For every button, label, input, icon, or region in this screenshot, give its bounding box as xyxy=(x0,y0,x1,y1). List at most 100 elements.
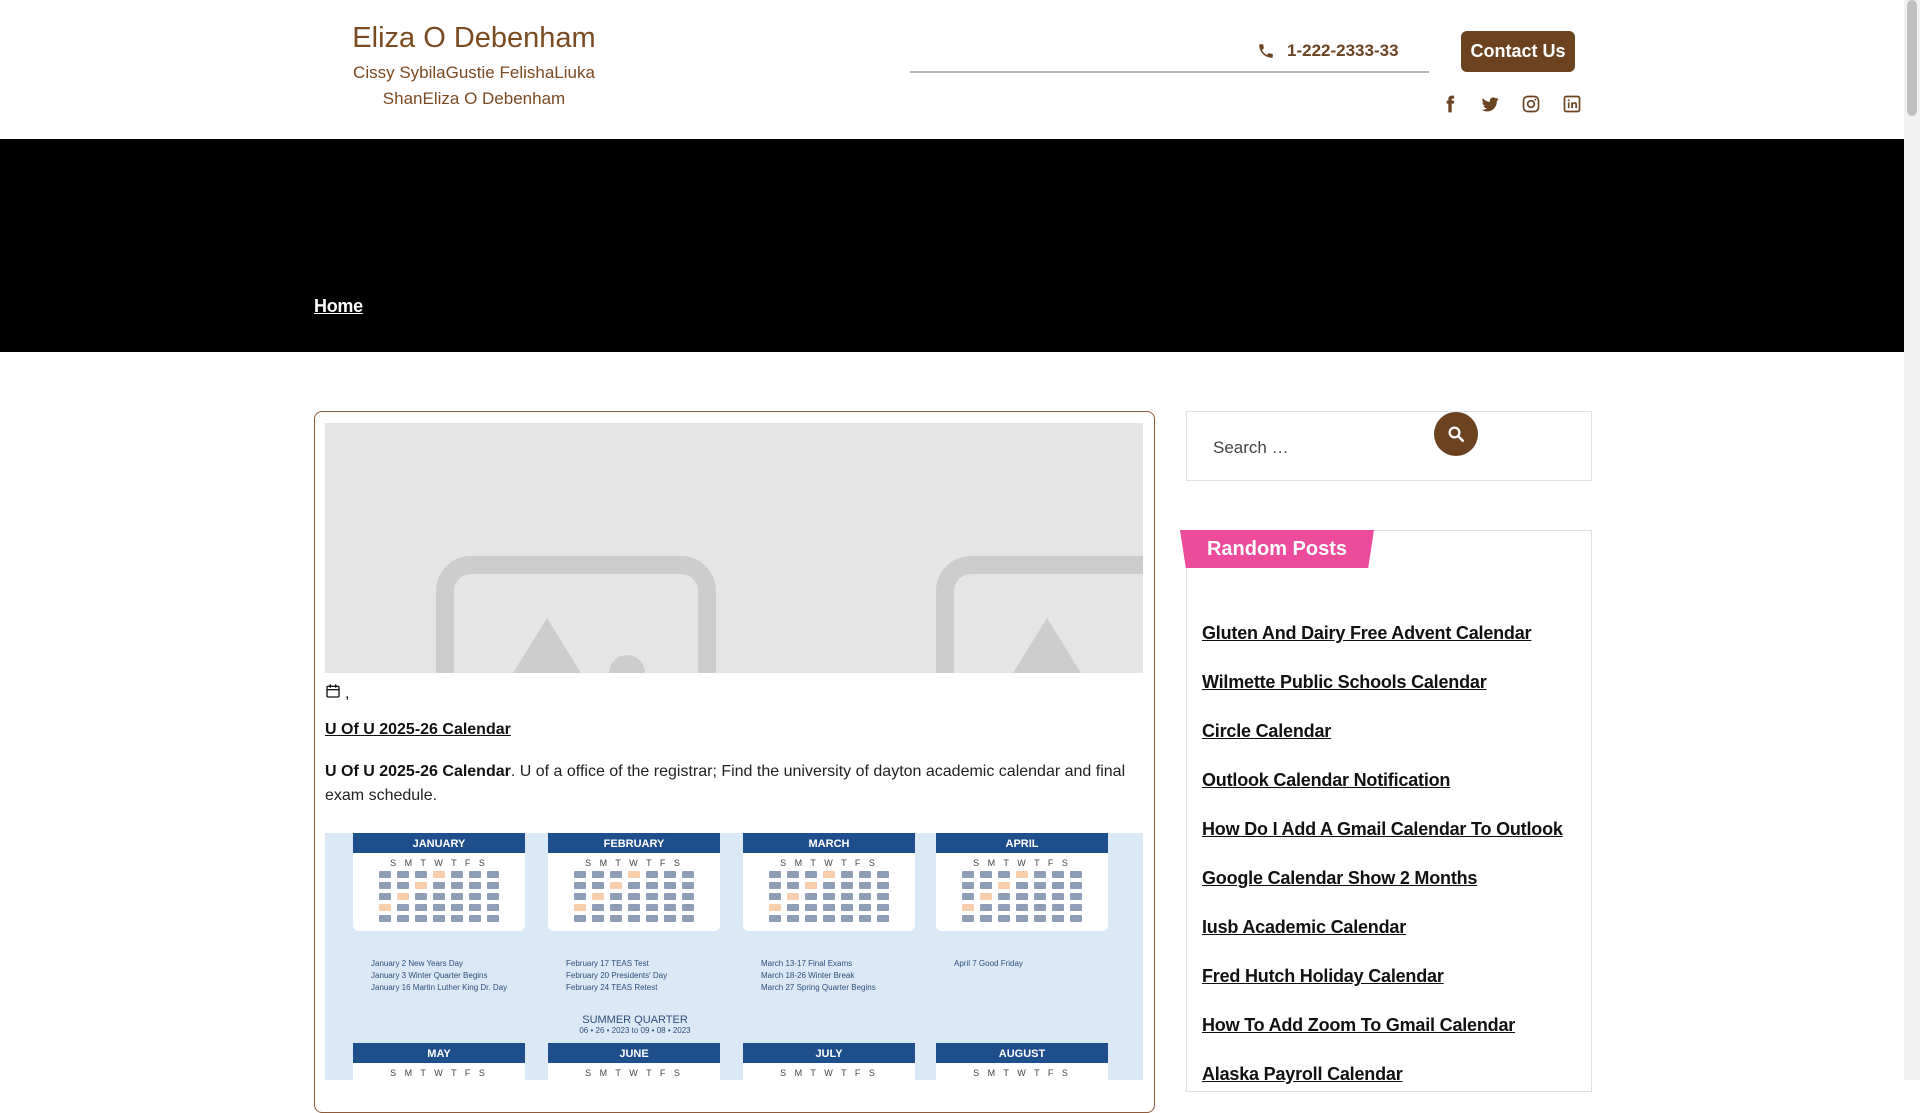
calendar-month-label: MARCH xyxy=(809,838,850,850)
post-excerpt: U Of U 2025-26 Calendar. U of a office o… xyxy=(325,760,1143,808)
random-post-item: Google Calendar Show 2 Months xyxy=(1202,862,1563,911)
post-thumbnail-placeholder[interactable] xyxy=(325,423,1143,673)
calendar-day-cell xyxy=(592,871,604,878)
post-excerpt-bold: U Of U 2025-26 Calendar xyxy=(325,763,511,780)
calendar-day-cell xyxy=(397,882,409,889)
calendar-day-cell xyxy=(664,904,676,911)
calendar-weekdays: S M T W T F S xyxy=(780,1068,878,1078)
random-post-link[interactable]: Iusb Academic Calendar xyxy=(1202,917,1406,937)
calendar-day-cell xyxy=(628,893,640,900)
calendar-day-cell xyxy=(379,882,391,889)
calendar-day-cell xyxy=(859,915,871,922)
calendar-day-cell xyxy=(397,871,409,878)
calendar-day-cell xyxy=(805,915,817,922)
calendar-day-cell xyxy=(592,904,604,911)
search-input[interactable] xyxy=(1211,434,1435,462)
random-post-link[interactable]: How Do I Add A Gmail Calendar To Outlook xyxy=(1202,819,1563,839)
calendar-day-cell xyxy=(1016,882,1028,889)
calendar-day-cell xyxy=(823,915,835,922)
calendar-day-cell xyxy=(682,915,694,922)
calendar-day-cell xyxy=(628,882,640,889)
calendar-day-cell xyxy=(610,915,622,922)
calendar-day-cell xyxy=(415,893,427,900)
post-date-meta: , xyxy=(325,683,349,704)
calendar-day-cell xyxy=(574,893,586,900)
calendar-day-cell xyxy=(397,893,409,900)
calendar-day-cell xyxy=(682,882,694,889)
calendar-note: February 24 TEAS Retest xyxy=(566,983,658,992)
contact-us-button[interactable]: Contact Us xyxy=(1461,31,1575,72)
calendar-day-cell xyxy=(433,915,445,922)
calendar-day-cell xyxy=(1070,871,1082,878)
random-post-link[interactable]: Wilmette Public Schools Calendar xyxy=(1202,672,1487,692)
calendar-day-cell xyxy=(415,882,427,889)
calendar-day-cell xyxy=(1034,882,1046,889)
calendar-day-cell xyxy=(610,904,622,911)
random-post-item: Fred Hutch Holiday Calendar xyxy=(1202,960,1563,1009)
calendar-day-cell xyxy=(1034,893,1046,900)
calendar-day-cell xyxy=(487,871,499,878)
random-post-link[interactable]: Fred Hutch Holiday Calendar xyxy=(1202,966,1444,986)
calendar-day-cell xyxy=(1052,871,1064,878)
site-tagline: Cissy SybilaGustie FelishaLiuka ShanEliz… xyxy=(353,63,595,108)
calendar-weekdays: S M T W T F S xyxy=(973,1068,1071,1078)
calendar-day-cell xyxy=(1070,882,1082,889)
calendar-day-cell xyxy=(628,871,640,878)
calendar-day-cell xyxy=(487,893,499,900)
page-scrollbar-thumb[interactable] xyxy=(1907,0,1917,116)
twitter-icon[interactable] xyxy=(1478,92,1502,116)
summer-quarter-label: SUMMER QUARTER xyxy=(582,1014,688,1026)
calendar-day-cell xyxy=(962,904,974,911)
calendar-day-cell xyxy=(487,882,499,889)
calendar-day-cell xyxy=(397,904,409,911)
calendar-day-cell xyxy=(574,915,586,922)
calendar-day-cell xyxy=(823,893,835,900)
random-post-link[interactable]: Google Calendar Show 2 Months xyxy=(1202,868,1477,888)
random-post-item: Wilmette Public Schools Calendar xyxy=(1202,666,1563,715)
site-title[interactable]: Eliza O Debenham xyxy=(314,18,634,58)
calendar-month-label: AUGUST xyxy=(999,1048,1046,1060)
breadcrumb-home-link[interactable]: Home xyxy=(314,296,363,317)
calendar-day-cell xyxy=(823,871,835,878)
random-post-link[interactable]: Gluten And Dairy Free Advent Calendar xyxy=(1202,623,1532,643)
calendar-day-cell xyxy=(877,871,889,878)
facebook-icon[interactable] xyxy=(1438,92,1462,116)
calendar-day-cell xyxy=(469,915,481,922)
calendar-day-cell xyxy=(664,915,676,922)
calendar-image[interactable]: JANUARY S M T W T F S FEBRUARY S M T W T F … xyxy=(325,833,1143,1080)
calendar-day-cell xyxy=(1052,893,1064,900)
calendar-day-cell xyxy=(980,893,992,900)
phone-number[interactable]: 1-222-2333-33 xyxy=(1287,41,1399,61)
calendar-day-cell xyxy=(859,904,871,911)
calendar-day-cell xyxy=(1052,904,1064,911)
page-scrollbar-track[interactable] xyxy=(1904,0,1920,1080)
random-post-link[interactable]: Alaska Payroll Calendar xyxy=(1202,1064,1403,1084)
calendar-day-cell xyxy=(682,904,694,911)
calendar-weekdays: S M T W T F S xyxy=(585,1068,683,1078)
random-post-item: Alaska Payroll Calendar xyxy=(1202,1058,1563,1107)
page-hero-banner xyxy=(0,139,1904,352)
search-button[interactable] xyxy=(1434,412,1478,456)
calendar-day-cell xyxy=(805,904,817,911)
instagram-icon[interactable] xyxy=(1519,92,1543,116)
calendar-day-cell xyxy=(628,915,640,922)
calendar-day-cell xyxy=(451,915,463,922)
calendar-day-cell xyxy=(859,893,871,900)
calendar-day-cell xyxy=(1070,915,1082,922)
calendar-day-cell xyxy=(664,871,676,878)
calendar-day-cell xyxy=(1070,904,1082,911)
calendar-day-cell xyxy=(574,904,586,911)
calendar-day-cell xyxy=(980,904,992,911)
random-post-link[interactable]: Outlook Calendar Notification xyxy=(1202,770,1450,790)
post-title-link[interactable]: U Of U 2025-26 Calendar xyxy=(325,721,511,739)
calendar-weekdays: S M T W T F S xyxy=(585,858,683,868)
calendar-day-cell xyxy=(646,893,658,900)
linkedin-icon[interactable] xyxy=(1560,92,1584,116)
calendar-note: April 7 Good Friday xyxy=(954,959,1023,968)
random-post-link[interactable]: Circle Calendar xyxy=(1202,721,1331,741)
calendar-day-cell xyxy=(469,882,481,889)
calendar-day-cell xyxy=(962,893,974,900)
random-post-link[interactable]: How To Add Zoom To Gmail Calendar xyxy=(1202,1015,1515,1035)
calendar-month-label: JANUARY xyxy=(413,838,466,850)
calendar-day-cell xyxy=(469,904,481,911)
